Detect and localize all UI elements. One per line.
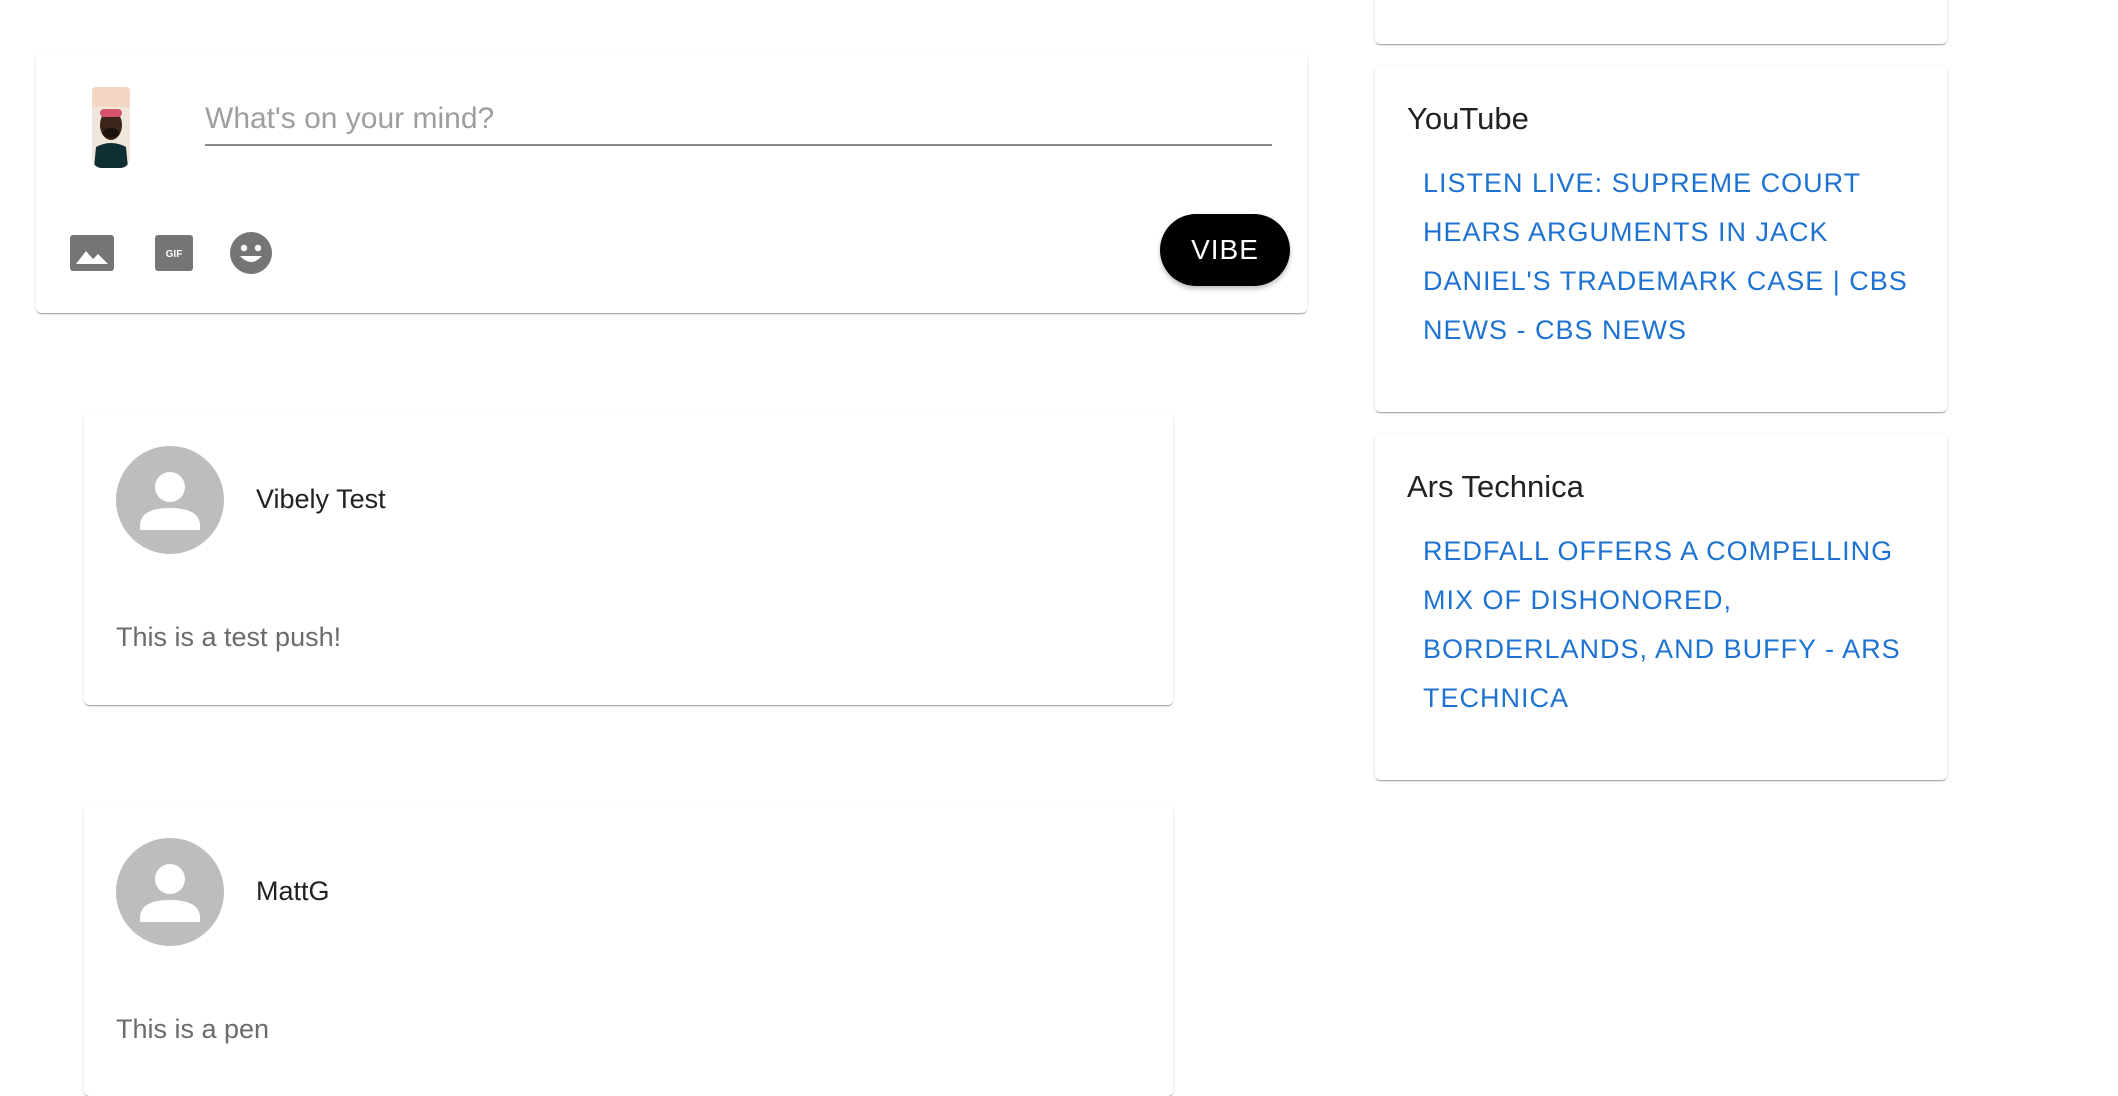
post-composer: GIF VIBE bbox=[36, 54, 1307, 313]
post-author[interactable]: Vibely Test bbox=[256, 484, 386, 515]
post-body: This is a pen bbox=[116, 1014, 270, 1044]
user-avatar bbox=[92, 87, 130, 168]
news-headline-link[interactable]: LISTEN LIVE: SUPREME COURT HEARS ARGUMEN… bbox=[1423, 159, 1923, 355]
news-card-previous bbox=[1375, 0, 1947, 44]
person-icon bbox=[140, 864, 200, 922]
post-card: Vibely Test This is a test push! bbox=[84, 414, 1173, 705]
news-source-title: Ars Technica bbox=[1407, 469, 1584, 504]
post-author[interactable]: MattG bbox=[256, 876, 330, 907]
author-avatar[interactable] bbox=[116, 838, 224, 946]
news-card-ars-technica: Ars Technica REDFALL OFFERS A COMPELLING… bbox=[1375, 433, 1947, 780]
news-card-youtube: YouTube LISTEN LIVE: SUPREME COURT HEARS… bbox=[1375, 65, 1947, 412]
person-icon bbox=[140, 472, 200, 530]
vibe-button[interactable]: VIBE bbox=[1160, 214, 1290, 286]
post-input[interactable] bbox=[205, 94, 1272, 146]
emoji-icon[interactable] bbox=[230, 232, 272, 279]
user-photo-icon bbox=[92, 87, 130, 168]
author-avatar[interactable] bbox=[116, 446, 224, 554]
gif-icon[interactable]: GIF bbox=[155, 235, 193, 276]
post-body: This is a test push! bbox=[116, 622, 342, 652]
svg-text:GIF: GIF bbox=[166, 249, 183, 260]
news-headline-link[interactable]: REDFALL OFFERS A COMPELLING MIX OF DISHO… bbox=[1423, 527, 1923, 723]
image-icon[interactable] bbox=[70, 235, 114, 276]
news-source-title: YouTube bbox=[1407, 101, 1529, 136]
post-card: MattG This is a pen bbox=[84, 806, 1173, 1096]
